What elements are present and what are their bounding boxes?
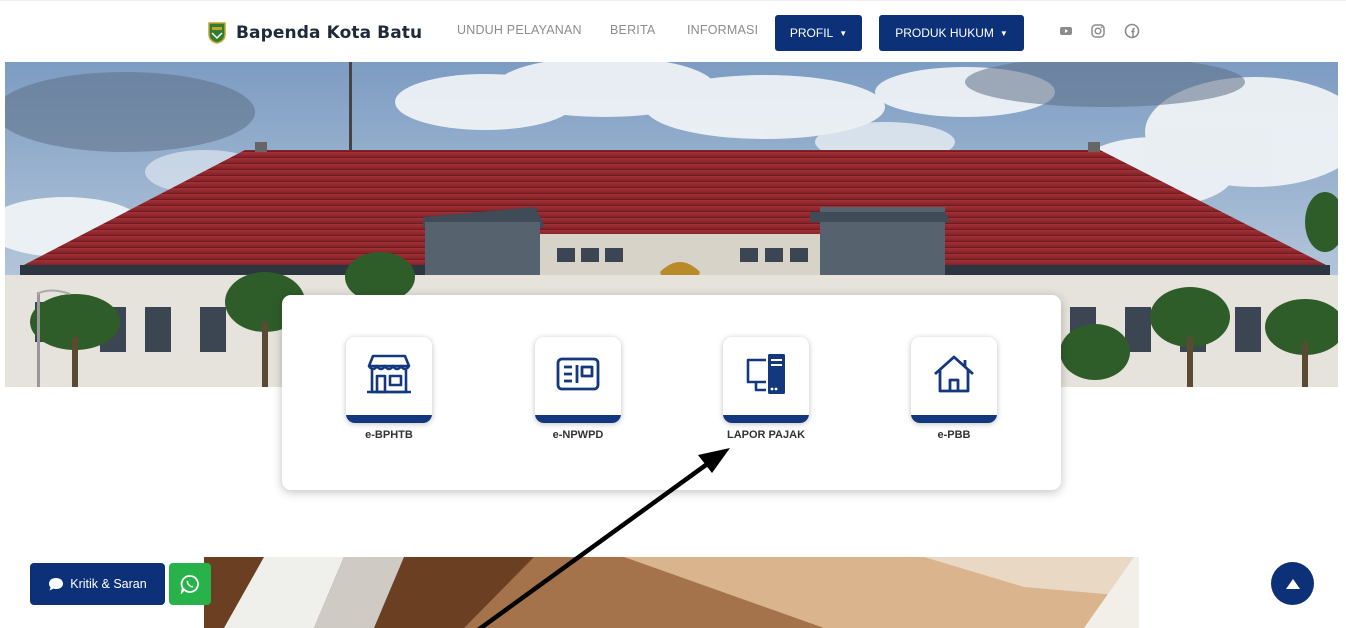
- brand-name: Bapenda Kota Batu: [236, 23, 423, 43]
- service-label: LAPOR PAJAK: [726, 429, 806, 441]
- tile-accent-bar: [723, 415, 809, 423]
- chat-bubble-icon: [49, 577, 64, 590]
- nav-berita[interactable]: BERITA: [610, 23, 655, 37]
- service-label: e-PBB: [937, 429, 971, 441]
- youtube-icon[interactable]: [1058, 23, 1074, 39]
- top-navbar: Bapenda Kota Batu UNDUH PELAYANAN BERITA…: [0, 0, 1346, 62]
- tile-accent-bar: [535, 415, 621, 423]
- whatsapp-button[interactable]: [169, 563, 211, 605]
- service-tile[interactable]: [911, 337, 997, 423]
- caret-down-icon: ▼: [839, 28, 848, 38]
- tile-accent-bar: [911, 415, 997, 423]
- caret-down-icon: ▼: [999, 28, 1008, 38]
- storefront-icon: [367, 354, 411, 394]
- produk-hukum-label: PRODUK HUKUM: [895, 26, 994, 40]
- service-tile[interactable]: [723, 337, 809, 423]
- service-e-npwpd[interactable]: e-NPWPD: [535, 337, 621, 441]
- service-label: e-NPWPD: [552, 429, 604, 441]
- whatsapp-icon: [180, 575, 199, 594]
- instagram-icon[interactable]: [1090, 23, 1106, 39]
- kritik-saran-label: Kritik & Saran: [70, 577, 147, 591]
- produk-hukum-dropdown-button[interactable]: PRODUK HUKUM ▼: [879, 15, 1024, 51]
- service-tile[interactable]: [535, 337, 621, 423]
- house-icon: [934, 355, 974, 393]
- service-tile[interactable]: [346, 337, 432, 423]
- back-to-top-button[interactable]: [1271, 562, 1314, 605]
- nav-informasi[interactable]: INFORMASI: [687, 23, 758, 37]
- service-label: e-BPHTB: [365, 429, 413, 441]
- tile-accent-bar: [346, 415, 432, 423]
- nav-unduh-pelayanan[interactable]: UNDUH PELAYANAN: [457, 23, 582, 37]
- service-lapor-pajak[interactable]: LAPOR PAJAK: [723, 337, 809, 441]
- city-emblem-icon: [208, 22, 226, 44]
- service-e-bphtb[interactable]: e-BPHTB: [346, 337, 432, 441]
- arrow-up-icon: [1285, 578, 1300, 589]
- kritik-saran-button[interactable]: Kritik & Saran: [30, 563, 165, 605]
- facebook-icon[interactable]: [1124, 23, 1140, 39]
- profil-dropdown-button[interactable]: PROFIL ▼: [775, 15, 862, 51]
- profil-label: PROFIL: [789, 26, 834, 40]
- service-e-pbb[interactable]: e-PBB: [911, 337, 997, 441]
- services-panel: e-BPHTB e-NPWPD LAPOR PAJAK e-PBB: [282, 295, 1061, 490]
- brand[interactable]: Bapenda Kota Batu: [208, 19, 422, 47]
- computer-icon: [746, 354, 785, 394]
- id-card-icon: [556, 357, 600, 391]
- interior-photo: [204, 557, 1139, 628]
- office-interior-photo: [204, 557, 1139, 628]
